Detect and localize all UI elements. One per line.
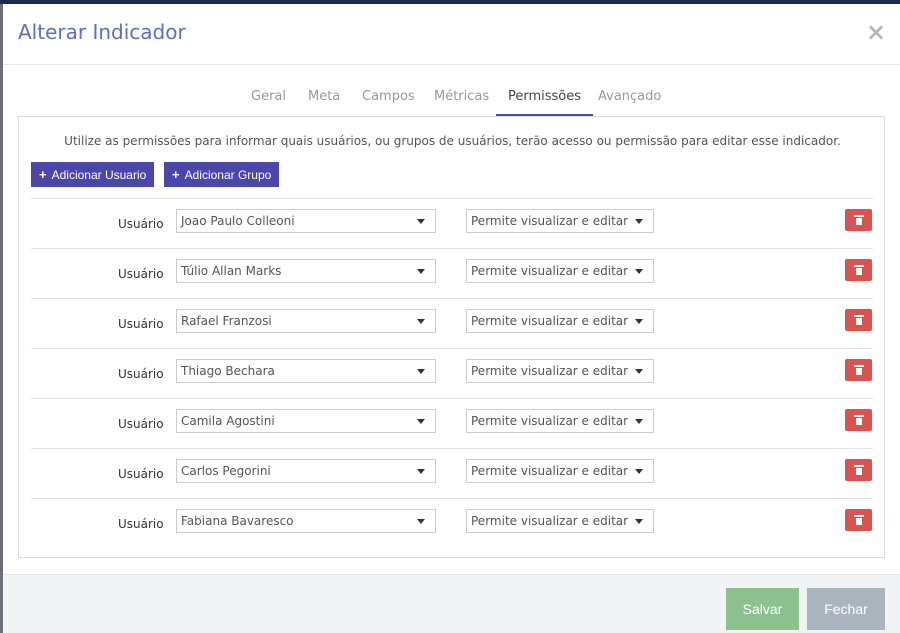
user-select[interactable]: Fabiana Bavaresco	[176, 509, 436, 533]
tab-avancado[interactable]: Avançado	[598, 89, 661, 116]
permissions-panel: Utilize as permissões para informar quai…	[18, 116, 885, 558]
permission-select-value: Permite visualizar e editar	[471, 414, 629, 428]
permission-row: Usuário Camila Agostini Permite visualiz…	[31, 398, 873, 448]
caret-down-icon	[635, 369, 643, 374]
delete-button[interactable]	[845, 309, 872, 331]
add-user-button[interactable]: + Adicionar Usuario	[31, 162, 155, 187]
trash-icon	[854, 215, 864, 225]
permissions-info-text: Utilize as permissões para informar quai…	[64, 134, 841, 148]
modal-dialog: Alterar Indicador × Geral Meta Campos Mé…	[3, 4, 900, 633]
delete-button[interactable]	[845, 509, 872, 531]
caret-down-icon	[417, 219, 425, 224]
close-button[interactable]: Fechar	[807, 588, 885, 630]
trash-icon	[854, 415, 864, 425]
user-select-value: Carlos Pegorini	[181, 464, 271, 478]
tab-metricas[interactable]: Métricas	[434, 89, 489, 116]
permission-select[interactable]: Permite visualizar e editar	[466, 259, 654, 283]
user-select[interactable]: Túlio Allan Marks	[176, 259, 436, 283]
row-type-label: Usuário	[118, 367, 164, 381]
permission-select-value: Permite visualizar e editar	[471, 264, 629, 278]
trash-icon	[854, 465, 864, 475]
modal-title: Alterar Indicador	[18, 20, 186, 44]
permission-select[interactable]: Permite visualizar e editar	[466, 459, 654, 483]
trash-icon	[854, 365, 864, 375]
caret-down-icon	[417, 469, 425, 474]
tab-permissoes[interactable]: Permissões	[496, 89, 594, 116]
user-select-value: Camila Agostini	[181, 414, 275, 428]
modal-footer: Salvar Fechar	[3, 574, 900, 633]
tab-meta[interactable]: Meta	[308, 89, 340, 116]
permission-select[interactable]: Permite visualizar e editar	[466, 209, 654, 233]
caret-down-icon	[417, 369, 425, 374]
user-select[interactable]: Rafael Franzosi	[176, 309, 436, 333]
row-type-label: Usuário	[118, 267, 164, 281]
plus-icon: +	[172, 167, 180, 182]
add-user-label: Adicionar Usuario	[51, 168, 147, 182]
user-select[interactable]: Joao Paulo Colleoni	[176, 209, 436, 233]
add-group-button[interactable]: + Adicionar Grupo	[164, 162, 280, 187]
delete-button[interactable]	[845, 259, 872, 281]
trash-icon	[854, 315, 864, 325]
save-button[interactable]: Salvar	[726, 588, 799, 630]
permission-select[interactable]: Permite visualizar e editar	[466, 359, 654, 383]
user-select[interactable]: Carlos Pegorini	[176, 459, 436, 483]
row-type-label: Usuário	[118, 317, 164, 331]
caret-down-icon	[417, 519, 425, 524]
plus-icon: +	[39, 167, 47, 182]
add-group-label: Adicionar Grupo	[184, 168, 272, 182]
permissions-list: Usuário Joao Paulo Colleoni Permite visu…	[31, 198, 873, 548]
caret-down-icon	[635, 469, 643, 474]
permission-row: Usuário Rafael Franzosi Permite visualiz…	[31, 298, 873, 348]
caret-down-icon	[635, 519, 643, 524]
permission-select[interactable]: Permite visualizar e editar	[466, 309, 654, 333]
user-select-value: Rafael Franzosi	[181, 314, 272, 328]
caret-down-icon	[635, 269, 643, 274]
close-icon[interactable]: ×	[866, 18, 886, 46]
tab-geral[interactable]: Geral	[251, 89, 286, 116]
permission-row: Usuário Túlio Allan Marks Permite visual…	[31, 248, 873, 298]
user-select[interactable]: Thiago Bechara	[176, 359, 436, 383]
permission-select[interactable]: Permite visualizar e editar	[466, 509, 654, 533]
caret-down-icon	[417, 319, 425, 324]
permission-select[interactable]: Permite visualizar e editar	[466, 409, 654, 433]
permission-select-value: Permite visualizar e editar	[471, 364, 629, 378]
delete-button[interactable]	[845, 459, 872, 481]
permission-select-value: Permite visualizar e editar	[471, 464, 629, 478]
permission-row: Usuário Thiago Bechara Permite visualiza…	[31, 348, 873, 398]
trash-icon	[854, 265, 864, 275]
modal-header: Alterar Indicador ×	[3, 4, 900, 65]
permission-row: Usuário Joao Paulo Colleoni Permite visu…	[31, 198, 873, 248]
delete-button[interactable]	[845, 209, 872, 231]
delete-button[interactable]	[845, 409, 872, 431]
user-select-value: Fabiana Bavaresco	[181, 514, 294, 528]
delete-button[interactable]	[845, 359, 872, 381]
row-type-label: Usuário	[118, 467, 164, 481]
caret-down-icon	[635, 419, 643, 424]
caret-down-icon	[635, 219, 643, 224]
user-select-value: Túlio Allan Marks	[181, 264, 282, 278]
user-select[interactable]: Camila Agostini	[176, 409, 436, 433]
permission-row: Usuário Carlos Pegorini Permite visualiz…	[31, 448, 873, 498]
tab-bar: Geral Meta Campos Métricas Permissões Av…	[3, 65, 900, 116]
user-select-value: Joao Paulo Colleoni	[181, 214, 295, 228]
trash-icon	[854, 515, 864, 525]
caret-down-icon	[417, 419, 425, 424]
row-type-label: Usuário	[118, 517, 164, 531]
caret-down-icon	[635, 319, 643, 324]
tab-campos[interactable]: Campos	[362, 89, 415, 116]
permission-row: Usuário Fabiana Bavaresco Permite visual…	[31, 498, 873, 548]
permission-select-value: Permite visualizar e editar	[471, 314, 629, 328]
row-type-label: Usuário	[118, 217, 164, 231]
permission-select-value: Permite visualizar e editar	[471, 214, 629, 228]
user-select-value: Thiago Bechara	[181, 364, 275, 378]
permission-select-value: Permite visualizar e editar	[471, 514, 629, 528]
row-type-label: Usuário	[118, 417, 164, 431]
caret-down-icon	[417, 269, 425, 274]
